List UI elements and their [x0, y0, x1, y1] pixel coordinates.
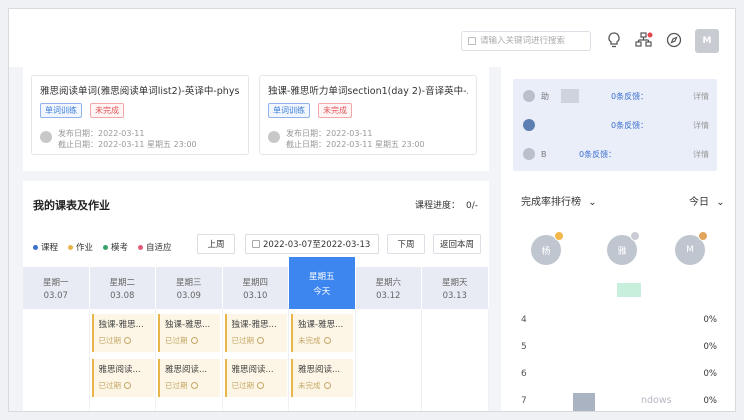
crown-badge-icon — [630, 231, 640, 241]
ranking-title[interactable]: 完成率排行榜 ⌄ — [521, 193, 597, 208]
info-icon — [257, 382, 264, 389]
homework-item[interactable]: 独课-雅思... 已过期 — [91, 314, 154, 352]
info-icon — [124, 382, 131, 389]
assignment-title: 雅思阅读单词(雅思阅读单词list2)-英译中-physi... — [40, 86, 240, 97]
publish-date: 发布日期：2022-03-11 — [58, 129, 145, 138]
legend-item: 课程 — [33, 241, 58, 253]
period-select[interactable]: 今日 ⌄ — [689, 193, 725, 208]
homework-item[interactable]: 独课-雅思... 已过期 — [224, 314, 287, 352]
assignment-card[interactable]: 独课-雅思听力单词section1(day 2)-音译英中-... 单词训练 未… — [259, 75, 477, 155]
feedback-row[interactable]: 0条反馈： 详情 — [513, 110, 717, 140]
chevron-down-icon: ⌄ — [716, 197, 725, 208]
feedback-row[interactable]: B 0条反馈： 详情 — [513, 139, 717, 169]
chevron-down-icon: ⌄ — [588, 197, 597, 208]
day-column — [422, 309, 489, 411]
schedule-legend: 课程 作业 模考 自适应 — [33, 241, 172, 253]
info-icon — [257, 337, 264, 344]
day-header[interactable]: 星期三 03.09 — [156, 267, 223, 309]
day-column: 独课-雅思... 已过期 雅思阅读... 已过期 — [156, 309, 223, 411]
avatar — [523, 119, 535, 131]
type-tag: 单词训练 — [268, 103, 310, 118]
search-icon — [468, 37, 476, 45]
day-column: 独课-雅思... 已过期 雅思阅读... 已过期 — [223, 309, 289, 411]
user-avatar[interactable]: M — [695, 29, 719, 53]
status-tag: 未完成 — [318, 103, 352, 118]
legend-item: 作业 — [68, 241, 93, 253]
day-header[interactable]: 星期六 03.12 — [355, 267, 422, 309]
info-icon — [190, 337, 198, 344]
legend-item: 模考 — [103, 241, 128, 253]
rank-avatar-2[interactable]: 雅 — [607, 231, 640, 265]
redacted-block — [573, 393, 595, 411]
avatar — [523, 90, 535, 102]
rank-row: 5 0% — [521, 342, 717, 352]
app-frame: M 雅思阅读单词(雅思阅读单词list2)-英译中-physi... 单词训练 … — [8, 8, 736, 412]
back-to-this-week-button[interactable]: 返回本周 — [433, 234, 481, 254]
search-input[interactable] — [480, 36, 590, 46]
org-chart-icon[interactable] — [635, 31, 653, 49]
rank-row: 6 0% — [521, 369, 717, 379]
course-progress: 课程进度： 0/- — [415, 201, 479, 211]
compass-icon[interactable] — [665, 31, 683, 49]
info-icon — [323, 382, 331, 389]
legend-item: 自适应 — [138, 241, 172, 253]
search-box[interactable] — [461, 31, 591, 51]
crown-badge-icon — [554, 231, 564, 241]
schedule-panel: 我的课表及作业 课程进度： 0/- 课程 作业 模考 自适应 上周 2022-03… — [23, 181, 489, 411]
day-header[interactable]: 星期二 03.08 — [89, 267, 156, 309]
schedule-title: 我的课表及作业 — [33, 199, 110, 212]
homework-item[interactable]: 独课-雅思... 已过期 — [158, 314, 220, 352]
day-header[interactable]: 星期一 03.07 — [23, 267, 90, 309]
day-header-today[interactable]: 星期五 今天 — [289, 257, 356, 309]
info-icon — [323, 337, 331, 344]
deadline: 截止日期：2022-03-11 星期五 23:00 — [58, 140, 197, 149]
homework-item[interactable]: 雅思阅读... 已过期 — [158, 359, 220, 397]
date-range-picker[interactable]: 2022-03-07至2022-03-13 — [245, 234, 379, 254]
redacted-block — [617, 283, 641, 297]
day-header[interactable]: 星期天 03.13 — [422, 267, 489, 309]
publish-date: 发布日期：2022-03-11 — [286, 129, 373, 138]
top-bar: M — [9, 9, 735, 67]
day-column-today: 独课-雅思... 未完成 雅思阅读... 未完成 — [289, 309, 356, 411]
day-column: 独课-雅思... 已过期 雅思阅读... 已过期 — [90, 309, 156, 411]
prev-week-button[interactable]: 上周 — [197, 234, 235, 254]
day-column — [356, 309, 422, 411]
homework-item[interactable]: 雅思阅读... 已过期 — [224, 359, 287, 397]
info-icon — [124, 337, 131, 344]
rank-avatar-3[interactable]: M — [675, 231, 708, 265]
assignment-cards-panel: 雅思阅读单词(雅思阅读单词list2)-英译中-physi... 单词训练 未完… — [23, 67, 489, 171]
crown-badge-icon — [698, 231, 708, 241]
status-tag: 未完成 — [90, 103, 124, 118]
watermark-text: ndows — [641, 395, 672, 406]
rank-row: 4 0% — [521, 315, 717, 325]
assignment-card[interactable]: 雅思阅读单词(雅思阅读单词list2)-英译中-physi... 单词训练 未完… — [31, 75, 249, 155]
teacher-icon — [40, 131, 52, 143]
teacher-icon — [268, 131, 280, 143]
calendar-icon — [252, 240, 260, 248]
rank-row: 7 0% — [521, 396, 717, 406]
deadline: 截止日期：2022-03-11 星期五 23:00 — [286, 140, 425, 149]
detail-link[interactable]: 详情 — [693, 120, 709, 131]
schedule-grid: 独课-雅思... 已过期 雅思阅读... 已过期 独课-雅思... 已过期 雅思… — [23, 309, 489, 411]
feedback-list: 助 0条反馈： 详情 0条反馈： 详情 B 0条反馈： 详情 — [513, 79, 717, 171]
next-week-button[interactable]: 下周 — [387, 234, 425, 254]
assignment-title: 独课-雅思听力单词section1(day 2)-音译英中-... — [268, 86, 468, 97]
weekday-header: 星期一 03.07 星期二 03.08 星期三 03.09 星期四 03.10 星期五今… — [23, 257, 489, 309]
feedback-row[interactable]: 助 0条反馈： 详情 — [513, 81, 717, 111]
day-header[interactable]: 星期四 03.10 — [222, 267, 289, 309]
homework-item[interactable]: 独课-雅思... 未完成 — [291, 314, 353, 352]
right-sidebar: 助 0条反馈： 详情 0条反馈： 详情 B 0条反馈： 详情 完成率排行榜 ⌄ — [501, 67, 735, 411]
homework-item[interactable]: 雅思阅读... 已过期 — [91, 359, 154, 397]
rank-avatar-1[interactable]: 杨 — [531, 231, 564, 265]
lightbulb-icon[interactable] — [605, 31, 623, 49]
homework-item[interactable]: 雅思阅读... 未完成 — [291, 359, 353, 397]
type-tag: 单词训练 — [40, 103, 82, 118]
detail-link[interactable]: 详情 — [693, 91, 709, 102]
info-icon — [190, 382, 198, 389]
detail-link[interactable]: 详情 — [693, 149, 709, 160]
avatar — [523, 148, 535, 160]
redacted-block — [561, 89, 579, 103]
day-column — [23, 309, 90, 411]
